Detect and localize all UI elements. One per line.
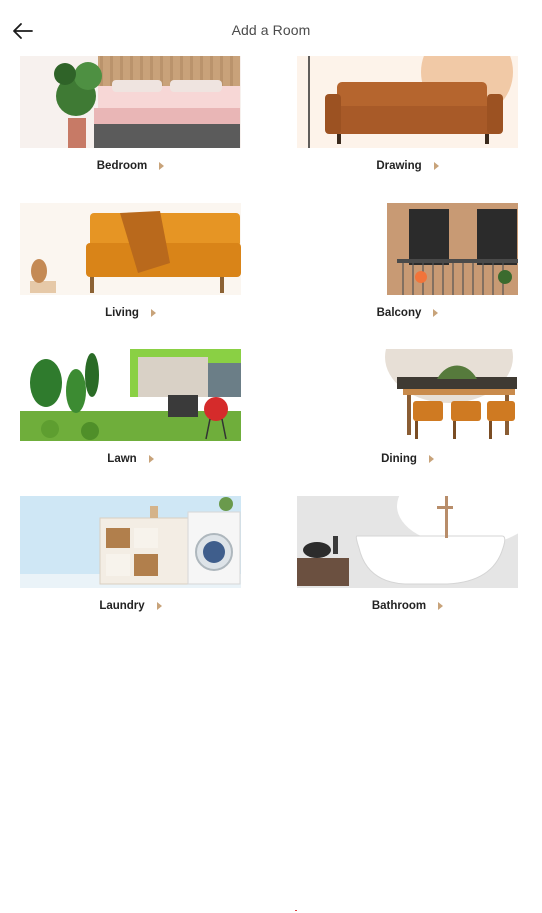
caret-right-icon <box>148 455 154 463</box>
bedroom-photo <box>20 56 241 148</box>
caret-right-icon <box>156 602 162 610</box>
caret-right-icon <box>159 162 165 170</box>
room-card-living[interactable]: Living <box>20 203 241 319</box>
decorative-dot <box>295 910 297 911</box>
room-label: Drawing <box>376 160 422 172</box>
laundry-photo <box>20 496 241 588</box>
room-card-drawing[interactable]: Drawing <box>297 56 518 172</box>
lawn-photo <box>20 349 241 441</box>
caret-right-icon <box>428 455 434 463</box>
room-card-lawn[interactable]: Lawn <box>20 349 241 465</box>
balcony-photo <box>297 203 518 295</box>
room-label: Bedroom <box>96 160 148 172</box>
dining-photo <box>297 349 518 441</box>
room-label: Dining <box>381 453 417 465</box>
room-card-balcony[interactable]: Balcony <box>297 203 518 319</box>
room-label: Laundry <box>99 600 145 612</box>
room-card-dining[interactable]: Dining <box>297 349 518 465</box>
room-card-bathroom[interactable]: Bathroom <box>297 496 518 612</box>
caret-right-icon <box>433 309 439 317</box>
caret-right-icon <box>433 162 439 170</box>
room-label: Lawn <box>107 453 137 465</box>
caret-right-icon <box>150 309 156 317</box>
page-title: Add a Room <box>231 22 311 38</box>
room-label: Living <box>105 307 139 319</box>
room-card-laundry[interactable]: Laundry <box>20 496 241 612</box>
room-label: Bathroom <box>371 600 427 612</box>
caret-right-icon <box>438 602 444 610</box>
bathtub-photo <box>297 496 518 588</box>
top-bar: Add a Room <box>0 0 542 56</box>
room-card-bedroom[interactable]: Bedroom <box>20 56 241 172</box>
living-sofa-photo <box>20 203 241 295</box>
sofa-photo <box>297 56 518 148</box>
room-label: Balcony <box>376 307 422 319</box>
